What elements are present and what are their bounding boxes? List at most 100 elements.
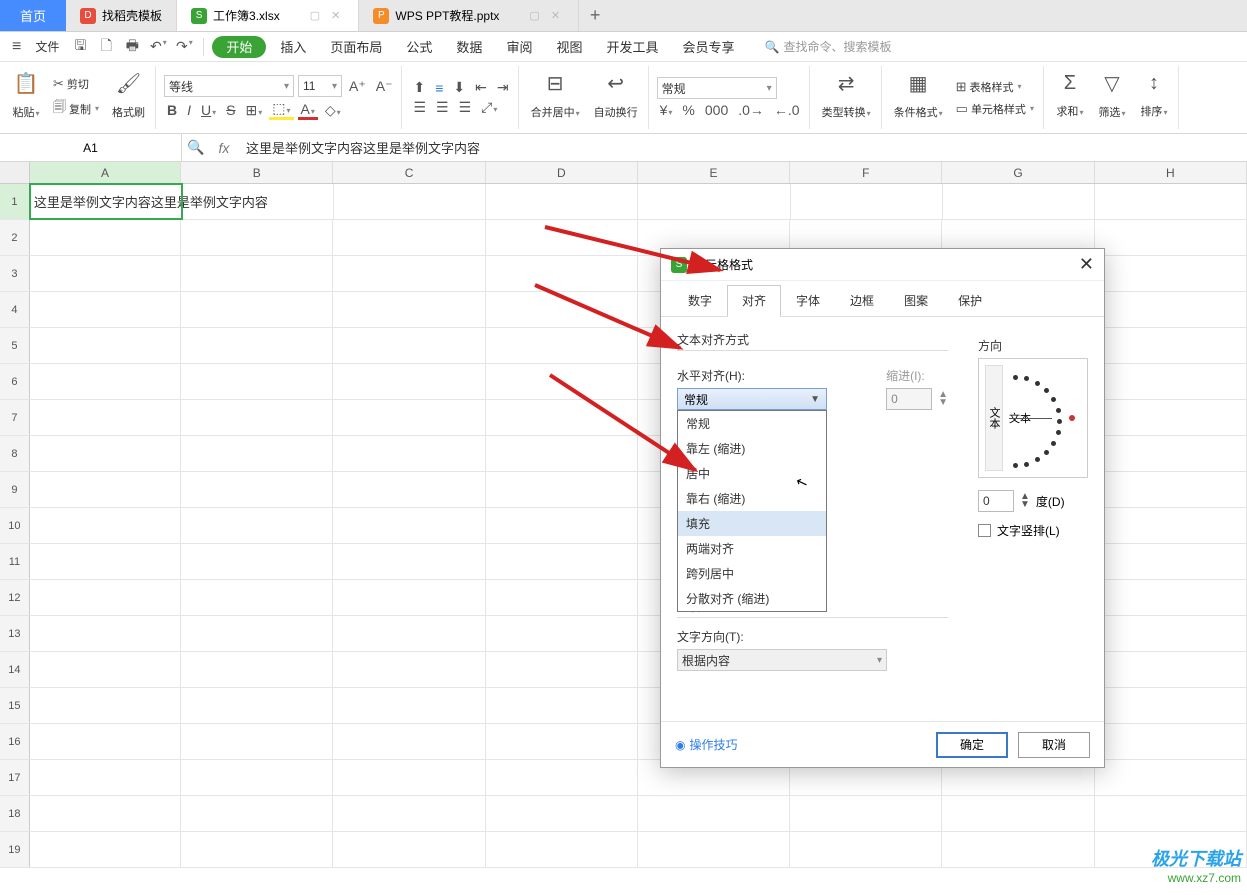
cell-C10[interactable] xyxy=(333,508,485,543)
row-header-16[interactable]: 16 xyxy=(0,724,30,759)
cell-C11[interactable] xyxy=(333,544,485,579)
close-icon[interactable]: ✕ xyxy=(1079,254,1094,275)
menu-member[interactable]: 会员专享 xyxy=(672,32,744,61)
align-center-icon[interactable]: ☰ xyxy=(433,99,452,116)
vertical-text-checkbox[interactable]: 文字竖排(L) xyxy=(978,522,1088,539)
tab-protect[interactable]: 保护 xyxy=(943,285,997,316)
cell-C7[interactable] xyxy=(333,400,485,435)
cell-D19[interactable] xyxy=(486,832,638,867)
italic-icon[interactable]: I xyxy=(184,102,194,118)
cell-D7[interactable] xyxy=(486,400,638,435)
cell-A9[interactable] xyxy=(30,472,181,507)
cell-B17[interactable] xyxy=(181,760,333,795)
decrease-font-icon[interactable]: A⁻ xyxy=(373,78,396,95)
cell-B8[interactable] xyxy=(181,436,333,471)
cell-A10[interactable] xyxy=(30,508,181,543)
cell-A12[interactable] xyxy=(30,580,181,615)
print-preview-icon[interactable]: 🗋 xyxy=(95,35,117,59)
cell-C13[interactable] xyxy=(333,616,485,651)
tab-daoke[interactable]: D 找稻壳模板 xyxy=(66,0,177,31)
comma-icon[interactable]: 000 xyxy=(702,102,731,118)
wrap-button[interactable]: ↩自动换行 xyxy=(590,71,642,124)
currency-icon[interactable]: ¥ xyxy=(657,102,676,118)
cell-F1[interactable] xyxy=(791,184,943,219)
font-size-select[interactable]: 11▾ xyxy=(298,75,342,97)
orientation-box[interactable]: 文本 文本 xyxy=(978,358,1088,478)
opt-center-across[interactable]: 跨列居中 xyxy=(678,561,826,586)
cell-D4[interactable] xyxy=(486,292,638,327)
cell-C9[interactable] xyxy=(333,472,485,507)
row-header-5[interactable]: 5 xyxy=(0,328,30,363)
row-header-18[interactable]: 18 xyxy=(0,796,30,831)
cell-H15[interactable] xyxy=(1095,688,1247,723)
filter-button[interactable]: ▽筛选 xyxy=(1094,71,1130,124)
cell-F19[interactable] xyxy=(790,832,942,867)
cell-C4[interactable] xyxy=(333,292,485,327)
cell-A14[interactable] xyxy=(30,652,181,687)
cell-H12[interactable] xyxy=(1095,580,1247,615)
cell-B7[interactable] xyxy=(181,400,333,435)
percent-icon[interactable]: % xyxy=(679,102,697,118)
cell-H11[interactable] xyxy=(1095,544,1247,579)
cell-B9[interactable] xyxy=(181,472,333,507)
row-header-3[interactable]: 3 xyxy=(0,256,30,291)
cell-G18[interactable] xyxy=(942,796,1094,831)
cell-A18[interactable] xyxy=(30,796,181,831)
cell-B19[interactable] xyxy=(181,832,333,867)
cell-B10[interactable] xyxy=(181,508,333,543)
cell-A2[interactable] xyxy=(30,220,181,255)
select-all-corner[interactable] xyxy=(0,162,30,183)
orientation-handle[interactable] xyxy=(1069,415,1075,421)
opt-fill[interactable]: 填充 xyxy=(678,511,826,536)
cell-B14[interactable] xyxy=(181,652,333,687)
column-header-C[interactable]: C xyxy=(333,162,485,183)
cell-H9[interactable] xyxy=(1095,472,1247,507)
menu-review[interactable]: 审阅 xyxy=(496,32,542,61)
undo-icon[interactable]: ↶ xyxy=(147,38,169,55)
cell-A1[interactable]: 这里是举例文字内容这里是举例文字内容 xyxy=(30,184,182,219)
cell-B18[interactable] xyxy=(181,796,333,831)
align-left-icon[interactable]: ☰ xyxy=(410,99,429,116)
cell-E19[interactable] xyxy=(638,832,790,867)
row-header-14[interactable]: 14 xyxy=(0,652,30,687)
row-header-15[interactable]: 15 xyxy=(0,688,30,723)
cell-A19[interactable] xyxy=(30,832,181,867)
cell-A11[interactable] xyxy=(30,544,181,579)
column-header-B[interactable]: B xyxy=(181,162,333,183)
orientation-dial[interactable]: 文本 xyxy=(1009,365,1081,471)
cell-D11[interactable] xyxy=(486,544,638,579)
column-header-H[interactable]: H xyxy=(1095,162,1247,183)
strike-icon[interactable]: S xyxy=(223,102,238,118)
save-icon[interactable]: 🖫 xyxy=(69,35,91,59)
menu-start[interactable]: 开始 xyxy=(212,36,266,58)
cell-H7[interactable] xyxy=(1095,400,1247,435)
redo-icon[interactable]: ↷ xyxy=(173,38,195,55)
cell-G1[interactable] xyxy=(943,184,1095,219)
row-header-6[interactable]: 6 xyxy=(0,364,30,399)
cell-A16[interactable] xyxy=(30,724,181,759)
opt-normal[interactable]: 常规 xyxy=(678,411,826,436)
row-header-13[interactable]: 13 xyxy=(0,616,30,651)
ok-button[interactable]: 确定 xyxy=(936,732,1008,758)
cell-H3[interactable] xyxy=(1095,256,1247,291)
cancel-fx-icon[interactable]: 🔍 xyxy=(182,139,210,156)
cell-B11[interactable] xyxy=(181,544,333,579)
cell-style-button[interactable]: ▭单元格样式 xyxy=(953,100,1037,118)
cell-H10[interactable] xyxy=(1095,508,1247,543)
row-header-12[interactable]: 12 xyxy=(0,580,30,615)
tab-number[interactable]: 数字 xyxy=(673,285,727,316)
name-box[interactable]: A1 xyxy=(0,134,182,161)
cell-C15[interactable] xyxy=(333,688,485,723)
cell-D1[interactable] xyxy=(486,184,638,219)
row-header-8[interactable]: 8 xyxy=(0,436,30,471)
fx-icon[interactable]: fx xyxy=(210,140,238,156)
cancel-button[interactable]: 取消 xyxy=(1018,732,1090,758)
cell-B5[interactable] xyxy=(181,328,333,363)
formula-input[interactable]: 这里是举例文字内容这里是举例文字内容 xyxy=(238,138,1247,157)
tab-ppt[interactable]: P WPS PPT教程.pptx ▢ ✕ xyxy=(359,0,579,31)
cell-A17[interactable] xyxy=(30,760,181,795)
align-right-icon[interactable]: ☰ xyxy=(456,99,475,116)
cell-C17[interactable] xyxy=(333,760,485,795)
type-convert-button[interactable]: ⇄类型转换 xyxy=(818,71,875,124)
cond-format-button[interactable]: ▦条件格式 xyxy=(890,71,947,124)
